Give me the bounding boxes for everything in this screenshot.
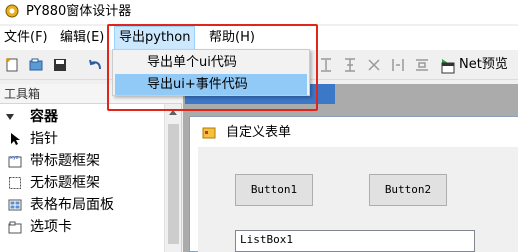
form-title: 自定义表单 bbox=[226, 125, 292, 140]
toolbox-scrollbar[interactable] bbox=[164, 104, 181, 252]
toolbox-item-label: 指针 bbox=[30, 131, 58, 147]
groupbox-icon: xyz bbox=[8, 155, 22, 168]
new-file-icon[interactable] bbox=[4, 57, 20, 73]
collapse-triangle-icon bbox=[6, 114, 14, 120]
toolbox-item-panel[interactable]: 无标题框架 bbox=[0, 172, 160, 194]
shrink-icon[interactable] bbox=[366, 57, 382, 73]
window-icon[interactable] bbox=[441, 62, 455, 74]
align-height-icon[interactable] bbox=[318, 57, 334, 73]
undo-icon[interactable] bbox=[88, 57, 104, 73]
toolbox-item-label: 表格布局面板 bbox=[30, 197, 114, 213]
open-icon[interactable] bbox=[28, 57, 44, 73]
form-button1[interactable]: Button1 bbox=[235, 174, 313, 206]
align-center-icon[interactable] bbox=[342, 57, 358, 73]
app-gear-icon bbox=[5, 4, 19, 18]
pointer-icon bbox=[11, 133, 20, 145]
toolbox-item-groupbox[interactable]: xyz 带标题框架 bbox=[0, 150, 160, 172]
panel-icon bbox=[9, 177, 21, 189]
menu-edit[interactable]: 编辑(E) bbox=[56, 26, 108, 50]
toolbox-group-label: 容器 bbox=[30, 109, 58, 125]
toolbox-item-pointer[interactable]: 指针 bbox=[0, 128, 160, 150]
form-icon bbox=[202, 127, 216, 139]
title-bar: PY880窗体设计器 bbox=[0, 0, 518, 24]
svg-text:xyz: xyz bbox=[10, 155, 19, 161]
toolbox-item-tab-control[interactable]: 选项卡 bbox=[0, 216, 160, 238]
scroll-thumb[interactable] bbox=[168, 124, 179, 244]
form-title-bar: 自定义表单 bbox=[190, 117, 518, 147]
table-layout-icon bbox=[8, 199, 22, 211]
form-listbox1[interactable]: ListBox1 bbox=[235, 230, 475, 252]
save-icon[interactable] bbox=[52, 57, 68, 73]
toolbox-item-table-layout[interactable]: 表格布局面板 bbox=[0, 194, 160, 216]
net-preview-button[interactable]: Net预览 bbox=[459, 56, 508, 73]
toolbox-item-label: 无标题框架 bbox=[30, 175, 100, 191]
menu-file[interactable]: 文件(F) bbox=[0, 26, 52, 50]
toolbox-item-label: 选项卡 bbox=[30, 219, 72, 235]
window-title: PY880窗体设计器 bbox=[26, 4, 132, 19]
spacing-icon[interactable] bbox=[390, 57, 406, 73]
toolbox-item-label: 带标题框架 bbox=[30, 153, 100, 169]
tab-control-icon bbox=[8, 221, 22, 234]
distribute-icon[interactable] bbox=[414, 57, 430, 73]
form-button2[interactable]: Button2 bbox=[369, 174, 447, 206]
highlight-annotation-box bbox=[107, 24, 318, 111]
